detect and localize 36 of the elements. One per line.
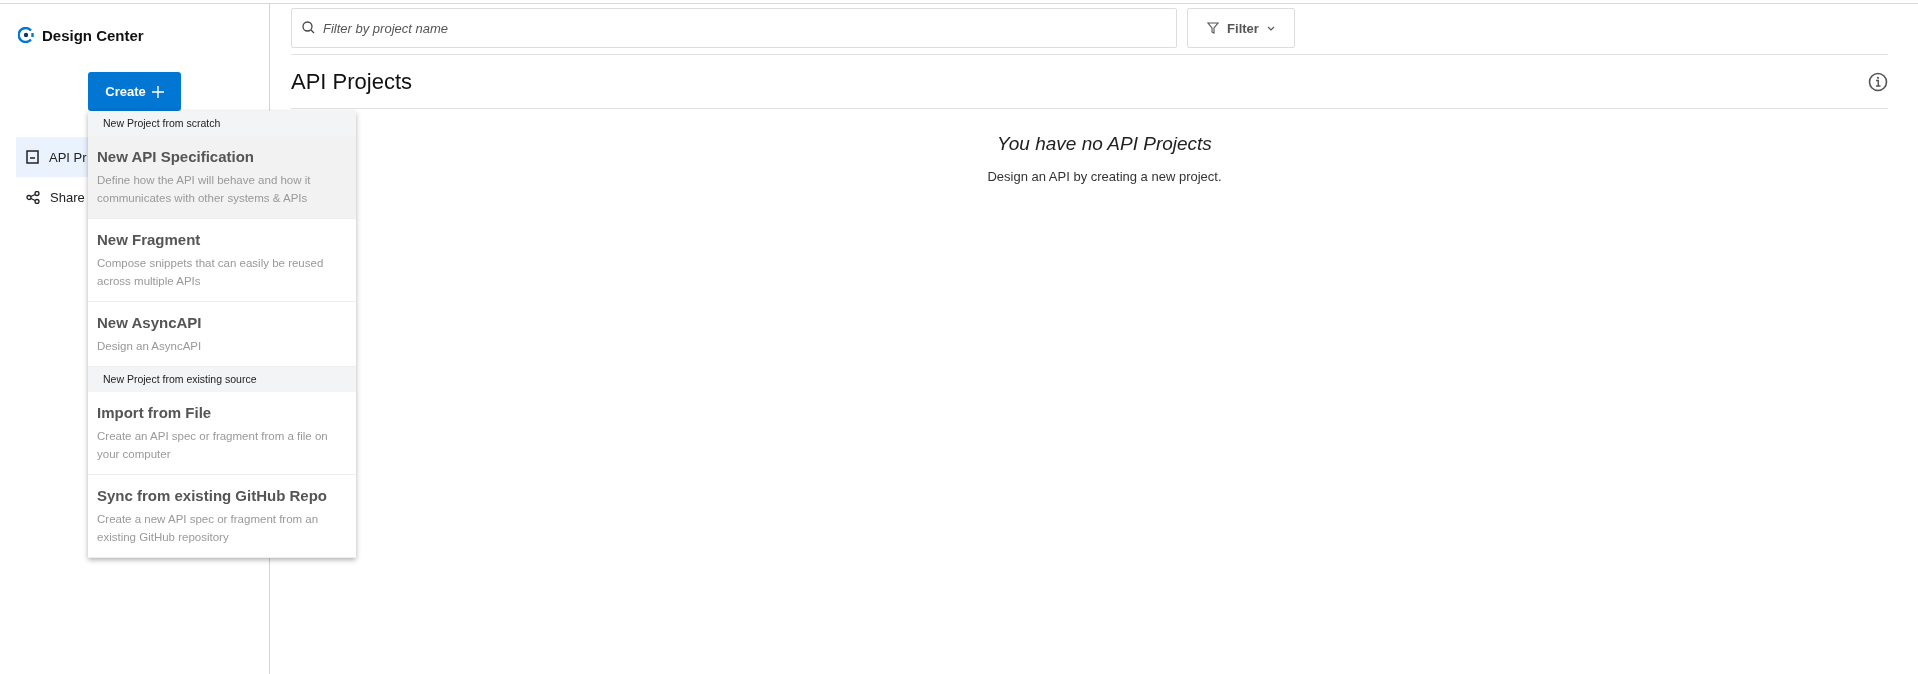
sidebar-item[interactable]: Share (16, 177, 88, 217)
sidebar-item-label: API Pr (49, 149, 87, 165)
page-title: API Projects (291, 68, 413, 95)
menu-item[interactable]: New Fragment Compose snippets that can easily be reused across multiple APIs (88, 219, 356, 302)
menu-item-title: New AsyncAPI (97, 314, 203, 331)
menu-section-header: New Project from scratch (88, 111, 356, 136)
menu-item-description: Design an AsyncAPI (97, 339, 203, 354)
menu-item-description: Create a new API spec or fragment from an existing GitHub repository (97, 512, 320, 545)
menu-item-title: New API Specification (97, 148, 255, 165)
menu-item-title: Sync from existing GitHub Repo (97, 487, 329, 504)
share-icon (26, 190, 40, 204)
menu-section-header: New Project from existing source (88, 367, 356, 392)
filter-button[interactable]: Filter (1187, 8, 1295, 48)
menu-item-description: Create an API spec or fragment from a file on your computer (97, 429, 329, 462)
sidebar-item-label: Share (50, 189, 85, 205)
empty-state-heading: You have no API Projects (997, 133, 1212, 155)
search-field[interactable]: Filter by project name (291, 8, 1177, 48)
filter-icon (1207, 22, 1220, 34)
sidebar-item[interactable]: API Pr (16, 137, 88, 177)
create-button[interactable]: Create (88, 72, 181, 111)
menu-item[interactable]: Sync from existing GitHub Repo Create a new API spec or fragment from an existing GitHub repository (88, 475, 356, 558)
menu-item-title: New Fragment (97, 231, 202, 248)
menu-item[interactable]: New AsyncAPI Design an AsyncAPI (88, 302, 356, 367)
document-icon (26, 150, 39, 164)
menu-item-title: Import from File (97, 404, 213, 421)
empty-state-message: Design an API by creating a new project. (987, 169, 1222, 184)
menu-item[interactable]: Import from File Create an API spec or fragment from a file on your computer (88, 392, 356, 475)
menu-item-description: Define how the API will behave and how it communicates with other systems & APIs (97, 173, 312, 206)
chevron-down-icon (1266, 25, 1275, 31)
logo-icon (18, 27, 34, 43)
plus-icon (151, 85, 164, 98)
app-title: Design Center (42, 26, 144, 44)
search-icon (302, 21, 315, 34)
info-icon[interactable] (1868, 71, 1888, 92)
menu-item[interactable]: New API Specification Define how the API will behave and how it communicates with other systems & APIs (88, 136, 356, 219)
menu-item-description: Compose snippets that can easily be reused across multiple APIs (97, 256, 325, 289)
